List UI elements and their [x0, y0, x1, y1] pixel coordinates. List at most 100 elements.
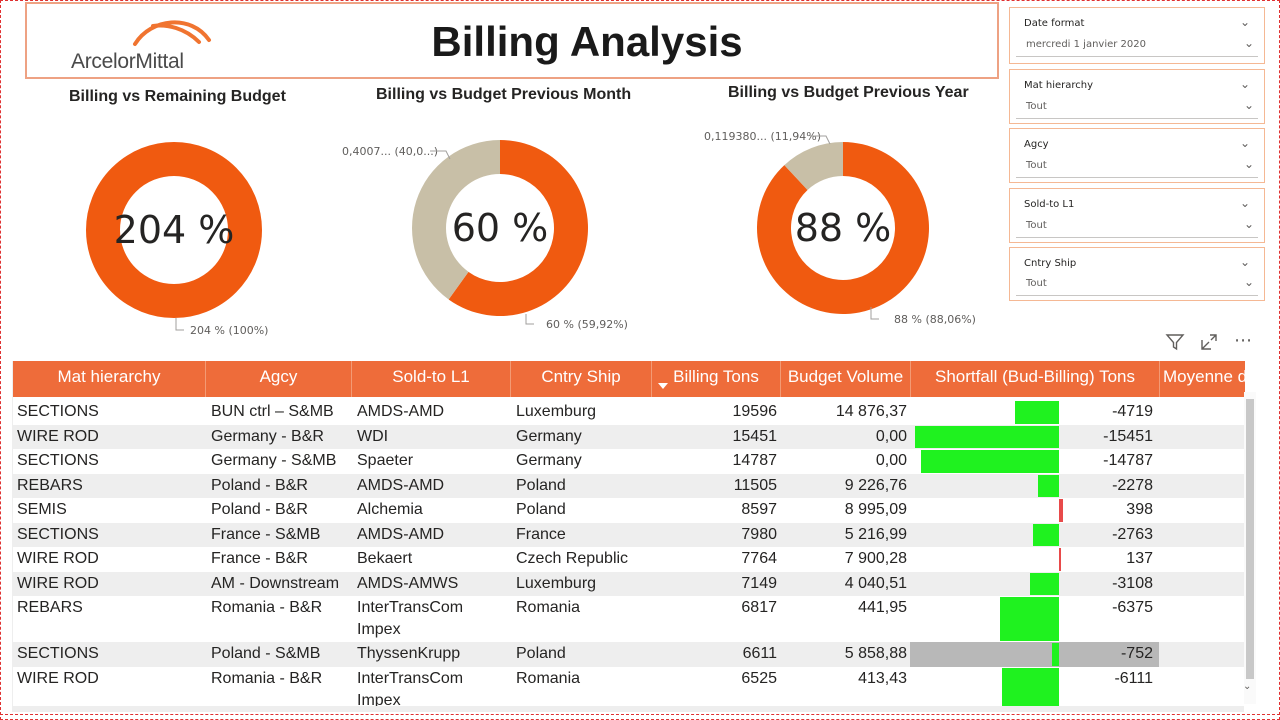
slicer-date-format[interactable]: Date format ⌄ mercredi 1 janvier 2020 ⌄ [1009, 7, 1265, 64]
slicer-value: mercredi 1 janvier 2020 [1026, 39, 1147, 50]
shortfall-bar-under [1015, 401, 1059, 424]
cell-cntry: Luxemburg [516, 403, 597, 420]
focus-mode-icon[interactable] [1197, 330, 1221, 354]
shortfall-bar-under [999, 597, 1059, 641]
slicer-sold-to-l1[interactable]: Sold-to L1 ⌄ Tout ⌄ [1009, 188, 1265, 243]
slicer-value: Tout [1026, 278, 1047, 289]
chevron-down-icon[interactable]: ⌄ [1240, 136, 1250, 150]
cell-cntry: Romania [516, 669, 581, 687]
column-header-shortfall[interactable]: Shortfall (Bud-Billing) Tons [911, 361, 1160, 397]
cell-cntry: Germany [516, 427, 582, 445]
chevron-down-icon: ⌄ [1243, 98, 1254, 112]
chevron-down-icon: ⌄ [1243, 275, 1254, 289]
shortfall-bar-under [915, 425, 1059, 448]
chevron-down-icon[interactable]: ⌄ [1240, 255, 1250, 269]
cell-billing-tons: 7764 [741, 550, 777, 567]
table-row[interactable]: SEMIS Poland - B&R Alchemia Poland 8597 8 995… [13, 498, 1245, 523]
column-header-sold-to[interactable]: Sold-to L1 [352, 361, 511, 397]
slicer-dropdown[interactable]: Tout ⌄ [1016, 97, 1258, 119]
cell-billing-tons: 19596 [732, 403, 778, 420]
donut-chart-remaining-budget[interactable]: 204 % 204 % (100%) [50, 118, 310, 348]
cell-sold: Alchemia [357, 501, 423, 518]
chart-title-remaining-budget: Billing vs Remaining Budget [69, 88, 286, 105]
shortfall-bar-under [1033, 523, 1059, 546]
cell-billing-tons: 7980 [741, 525, 777, 543]
table-row[interactable]: WIRE ROD France - B&R Bekaert Czech Republi… [13, 547, 1245, 572]
slicer-dropdown[interactable]: Tout ⌄ [1016, 156, 1258, 178]
slicer-dropdown[interactable]: mercredi 1 janvier 2020 ⌄ [1016, 35, 1258, 57]
cell-shortfall: -2278 [1112, 476, 1153, 494]
chevron-down-icon[interactable]: ⌄ [1240, 15, 1250, 29]
cell-sold: AMDS-AMD [357, 476, 445, 494]
cell-cntry: Germany [516, 452, 582, 469]
chevron-down-icon[interactable]: ⌄ [1240, 196, 1250, 210]
page-title: Billing Analysis [431, 18, 743, 65]
cell-billing-tons: 11505 [733, 476, 777, 494]
cell-mat: SECTIONS [17, 403, 99, 420]
sort-descending-icon[interactable] [658, 383, 668, 389]
table-row[interactable]: WIRE ROD AM - Downstream AMDS-AMWS Luxembur… [13, 571, 1245, 596]
table-row[interactable]: REBARS Poland - B&R AMDS-AMD Poland 11505 9 2… [13, 473, 1245, 498]
cell-agcy: Poland - B&R [211, 476, 308, 494]
cell-cntry: Czech Republic [516, 550, 629, 567]
cell-sold: AMDS-AMD [357, 525, 445, 543]
table-row[interactable]: WIRE ROD Romania - B&R InterTransCom Romani… [13, 667, 1245, 707]
donut-data-label-main: 60 % (59,92%) [546, 318, 628, 331]
filter-icon[interactable] [1163, 330, 1187, 354]
chevron-down-icon[interactable]: ⌄ [1240, 77, 1250, 91]
vertical-scrollbar-thumb[interactable] [1246, 399, 1254, 679]
shortfall-bar-under [1002, 667, 1059, 706]
slicer-mat-hierarchy[interactable]: Mat hierarchy ⌄ Tout ⌄ [1009, 69, 1265, 124]
cell-billing-tons: 6817 [741, 599, 777, 616]
cell-billing-tons: 15451 [732, 427, 778, 445]
cell-shortfall: -4719 [1112, 403, 1153, 420]
table-row[interactable]: SECTIONS France - S&MB AMDS-AMD France 7980 5… [13, 522, 1245, 547]
column-header-billing-tons[interactable]: Billing Tons [652, 361, 781, 397]
donut-center-label: 204 % [114, 208, 235, 252]
cell-mat: WIRE ROD [17, 669, 99, 687]
table-row[interactable]: SECTIONS BUN ctrl – S&MB AMDS-AMD Luxemburg… [13, 400, 1245, 425]
column-header-budget-volume[interactable]: Budget Volume [781, 361, 911, 397]
table-row[interactable]: WIRE ROD Germany - B&R WDI Germany 15451 0,00… [13, 424, 1245, 449]
horizontal-scrollbar[interactable] [12, 706, 1244, 712]
column-header-cntry-ship[interactable]: Cntry Ship [511, 361, 652, 397]
table-row[interactable]: SECTIONS Poland - S&MB ThyssenKrupp Poland 6… [13, 642, 1245, 667]
cell-budget-volume: 8 995,09 [844, 501, 907, 518]
column-header-moyenne[interactable]: Moyenne d [1160, 361, 1245, 397]
cell-mat: SEMIS [17, 501, 67, 518]
more-options-icon[interactable]: ⋯ [1231, 328, 1255, 352]
slicer-header: Mat hierarchy [1024, 80, 1094, 91]
shortfall-bar-under [921, 450, 1059, 473]
slicer-header: Cntry Ship [1024, 258, 1077, 269]
slicer-value: Tout [1026, 160, 1047, 171]
cell-cntry: Romania [516, 599, 581, 616]
cell-shortfall: 137 [1126, 550, 1153, 567]
cell-billing-tons: 6611 [742, 645, 777, 662]
slicer-dropdown[interactable]: Tout ⌄ [1016, 274, 1258, 296]
donut-center-label: 88 % [795, 206, 892, 250]
cell-shortfall: -15451 [1103, 427, 1153, 445]
cell-shortfall: -14787 [1103, 452, 1153, 469]
table-row[interactable]: SECTIONS Germany - S&MB Spaeter Germany 1478… [13, 449, 1245, 474]
column-header-mat-hierarchy[interactable]: Mat hierarchy [13, 361, 206, 397]
donut-chart-previous-month[interactable]: 60 % 60 % (59,92%) 0,4007... (40,0...) [330, 118, 660, 348]
cell-shortfall: -752 [1120, 645, 1153, 662]
cell-cntry: Luxemburg [516, 574, 597, 592]
cell-mat: SECTIONS [17, 452, 99, 469]
slicer-dropdown[interactable]: Tout ⌄ [1016, 216, 1258, 238]
cell-sold-line2: Impex [357, 691, 401, 707]
slicer-agcy[interactable]: Agcy ⌄ Tout ⌄ [1009, 128, 1265, 183]
scroll-down-icon[interactable]: ⌄ [1243, 681, 1251, 692]
cell-agcy: France - S&MB [211, 525, 321, 543]
cell-sold: ThyssenKrupp [357, 645, 461, 662]
cell-mat: REBARS [17, 476, 83, 494]
shortfall-bar-over [1059, 548, 1061, 571]
column-header-agcy[interactable]: Agcy [206, 361, 352, 397]
donut-chart-previous-year[interactable]: 88 % 88 % (88,06%) 0,119380... (11,94%) [690, 118, 990, 348]
cell-mat: WIRE ROD [17, 550, 99, 567]
slicer-cntry-ship[interactable]: Cntry Ship ⌄ Tout ⌄ [1009, 247, 1265, 301]
cell-cntry: Poland [516, 645, 566, 662]
shortfall-bar-under [1051, 643, 1059, 666]
cell-shortfall: 398 [1126, 501, 1153, 518]
table-row[interactable]: REBARS Romania - B&R InterTransCom Romania I… [13, 596, 1245, 642]
